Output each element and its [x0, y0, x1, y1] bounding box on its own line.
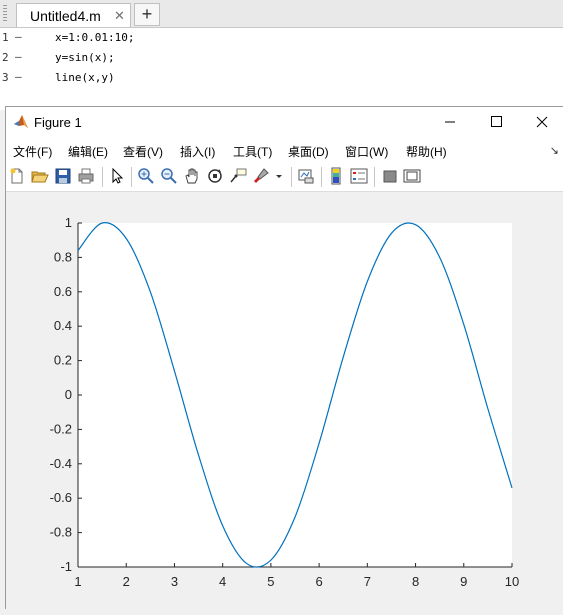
- brush-icon[interactable]: [252, 167, 270, 185]
- line-number: 1: [2, 31, 9, 44]
- tab-untitled4[interactable]: Untitled4.m ✕: [16, 3, 131, 27]
- code-line[interactable]: 2 – y=sin(x);: [0, 48, 563, 68]
- figure-menu-bar: 文件(F) 编辑(E) 查看(V) 插入(I) 工具(T) 桌面(D) 窗口(W…: [6, 137, 563, 163]
- menu-edit[interactable]: 编辑(E): [68, 143, 108, 160]
- insert-colorbar-icon[interactable]: [327, 167, 345, 185]
- minimize-icon: [445, 121, 455, 123]
- line-number: 3: [2, 71, 9, 84]
- maximize-button[interactable]: [473, 107, 519, 137]
- toolbar-separator: [321, 167, 322, 187]
- code-line[interactable]: 3 – line(x,y): [0, 68, 563, 88]
- code-line[interactable]: 1 – x=1:0.01:10;: [0, 28, 563, 48]
- y-tick-label: -0.4: [50, 456, 72, 471]
- open-file-icon[interactable]: [31, 167, 49, 185]
- brush-dropdown-icon[interactable]: [274, 167, 284, 185]
- code-text[interactable]: y=sin(x);: [55, 51, 115, 64]
- rotate-3d-icon[interactable]: [206, 167, 224, 185]
- close-window-button[interactable]: [519, 107, 563, 137]
- tab-label: Untitled4.m: [30, 8, 101, 24]
- axes-chart[interactable]: -1 -0.8 -0.6 -0.4 -0.2 0 0.2 0.4 0.6 0.8 1 1 2 3 4 5 6 7 8…: [6, 192, 563, 610]
- toolbar-separator: [374, 167, 375, 187]
- x-tick-label: 5: [267, 574, 274, 589]
- save-icon[interactable]: [54, 167, 72, 185]
- y-tick-label: 0.2: [54, 353, 72, 368]
- x-tick-label: 8: [412, 574, 419, 589]
- menu-file[interactable]: 文件(F): [13, 143, 52, 160]
- x-tick-label: 4: [219, 574, 226, 589]
- close-icon: [536, 116, 548, 128]
- x-tick-label: 6: [315, 574, 322, 589]
- toolbar-separator: [131, 167, 132, 187]
- y-tick-label: -1: [60, 559, 72, 574]
- y-tick-label: 0.4: [54, 318, 72, 333]
- menu-window[interactable]: 窗口(W): [345, 143, 388, 160]
- y-tick-label: -0.2: [50, 421, 72, 436]
- matlab-logo-icon: [14, 115, 28, 128]
- close-icon[interactable]: ✕: [114, 8, 125, 24]
- menu-overflow-icon[interactable]: ↘: [550, 144, 559, 157]
- insert-legend-icon[interactable]: [350, 167, 368, 185]
- y-tick-label: 0.6: [54, 284, 72, 299]
- breakpoint-marker[interactable]: –: [15, 50, 22, 63]
- zoom-in-icon[interactable]: [137, 167, 155, 185]
- x-tick-label: 9: [460, 574, 467, 589]
- menu-insert[interactable]: 插入(I): [180, 143, 215, 160]
- toolbar-separator: [102, 167, 103, 187]
- figure-title: Figure 1: [34, 115, 82, 130]
- zoom-out-icon[interactable]: [160, 167, 178, 185]
- y-tick-label: 0: [65, 387, 72, 402]
- figure-window: Figure 1 文件(F) 编辑(E) 查看(V) 插入(I) 工具(T) 桌…: [5, 106, 563, 609]
- tab-bar-grip[interactable]: [3, 5, 7, 21]
- pointer-icon[interactable]: [108, 167, 126, 185]
- data-cursor-icon[interactable]: [229, 167, 247, 185]
- y-tick-label: -0.8: [50, 525, 72, 540]
- y-tick-label: -0.6: [50, 490, 72, 505]
- code-text[interactable]: x=1:0.01:10;: [55, 31, 134, 44]
- x-tick-label: 7: [364, 574, 371, 589]
- x-tick-label: 1: [74, 574, 81, 589]
- line-number: 2: [2, 51, 9, 64]
- x-tick-label: 2: [123, 574, 130, 589]
- menu-tools[interactable]: 工具(T): [233, 143, 272, 160]
- breakpoint-marker[interactable]: –: [15, 70, 22, 83]
- figure-toolbar: [6, 163, 563, 192]
- pan-icon[interactable]: [183, 167, 201, 185]
- editor-tab-bar: Untitled4.m ✕ +: [0, 0, 563, 28]
- y-tick-label: 0.8: [54, 249, 72, 264]
- link-plot-icon[interactable]: [297, 167, 315, 185]
- code-area[interactable]: 1 – x=1:0.01:10; 2 – y=sin(x); 3 – line(…: [0, 28, 563, 108]
- code-text[interactable]: line(x,y): [55, 71, 115, 84]
- x-tick-label: 10: [505, 574, 519, 589]
- menu-desktop[interactable]: 桌面(D): [288, 143, 329, 160]
- new-figure-icon[interactable]: [8, 167, 26, 185]
- minimize-button[interactable]: [427, 107, 473, 137]
- toolbar-separator: [291, 167, 292, 187]
- menu-help[interactable]: 帮助(H): [406, 143, 447, 160]
- hide-plot-tools-icon[interactable]: [381, 167, 399, 185]
- figure-title-bar[interactable]: Figure 1: [6, 107, 563, 137]
- menu-view[interactable]: 查看(V): [123, 143, 163, 160]
- editor-panel: Untitled4.m ✕ + 1 – x=1:0.01:10; 2 – y=s…: [0, 0, 563, 110]
- show-plot-tools-icon[interactable]: [403, 167, 421, 185]
- maximize-icon: [491, 116, 502, 127]
- breakpoint-marker[interactable]: –: [15, 30, 22, 43]
- x-tick-label: 3: [171, 574, 178, 589]
- print-icon[interactable]: [77, 167, 95, 185]
- y-tick-label: 1: [65, 215, 72, 230]
- plot-area: -1 -0.8 -0.6 -0.4 -0.2 0 0.2 0.4 0.6 0.8 1 1 2 3 4 5 6 7 8…: [6, 192, 563, 615]
- add-tab-button[interactable]: +: [134, 3, 160, 26]
